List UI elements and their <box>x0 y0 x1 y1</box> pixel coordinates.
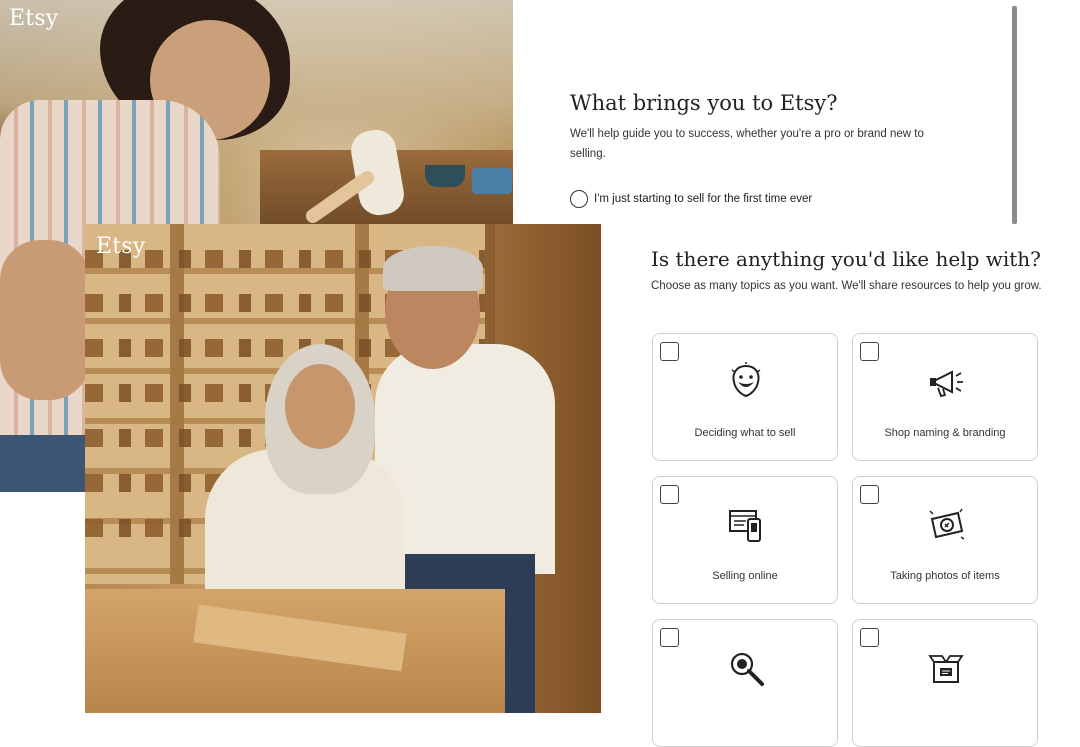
front-screen-photo: Etsy <box>85 224 601 713</box>
back-onboarding-panel: What brings you to Etsy? We'll help guid… <box>513 0 1023 224</box>
shipping-box-icon <box>928 655 964 683</box>
checkbox[interactable] <box>860 485 879 504</box>
topic-card-selling-online[interactable]: Selling online <box>652 476 838 604</box>
checkbox[interactable] <box>860 628 879 647</box>
devices-icon <box>729 510 761 542</box>
topic-card-6[interactable] <box>852 619 1038 747</box>
topic-label: Taking photos of items <box>890 570 1000 582</box>
checkbox[interactable] <box>860 342 879 361</box>
etsy-logo: Etsy <box>9 6 59 31</box>
camera-icon <box>929 508 965 540</box>
topic-label: Deciding what to sell <box>694 427 796 439</box>
page-subtitle: We'll help guide you to success, whether… <box>570 128 924 160</box>
megaphone-icon <box>929 370 963 398</box>
topic-card-deciding-what-to-sell[interactable]: Deciding what to sell <box>652 333 838 461</box>
page-title: What brings you to Etsy? <box>570 91 838 115</box>
checkbox[interactable] <box>660 485 679 504</box>
front-onboarding-panel: Is there anything you'd like help with? … <box>601 224 1080 747</box>
option-first-time-seller[interactable]: I'm just starting to sell for the first … <box>570 190 812 208</box>
page-title: Is there anything you'd like help with? <box>651 247 1041 271</box>
magnifier-icon <box>730 652 764 686</box>
radio-button[interactable] <box>570 190 588 208</box>
page-subtitle: Choose as many topics as you want. We'll… <box>651 280 1042 292</box>
scrollbar[interactable] <box>1012 6 1017 224</box>
checkbox[interactable] <box>660 628 679 647</box>
topic-label: Selling online <box>712 570 778 582</box>
lightbulb-face-icon <box>731 362 761 398</box>
etsy-logo: Etsy <box>96 234 146 259</box>
topic-card-taking-photos[interactable]: Taking photos of items <box>852 476 1038 604</box>
topic-card-shop-naming[interactable]: Shop naming & branding <box>852 333 1038 461</box>
option-label: I'm just starting to sell for the first … <box>594 193 813 205</box>
topic-label: Shop naming & branding <box>884 427 1006 439</box>
topic-card-5[interactable] <box>652 619 838 747</box>
checkbox[interactable] <box>660 342 679 361</box>
